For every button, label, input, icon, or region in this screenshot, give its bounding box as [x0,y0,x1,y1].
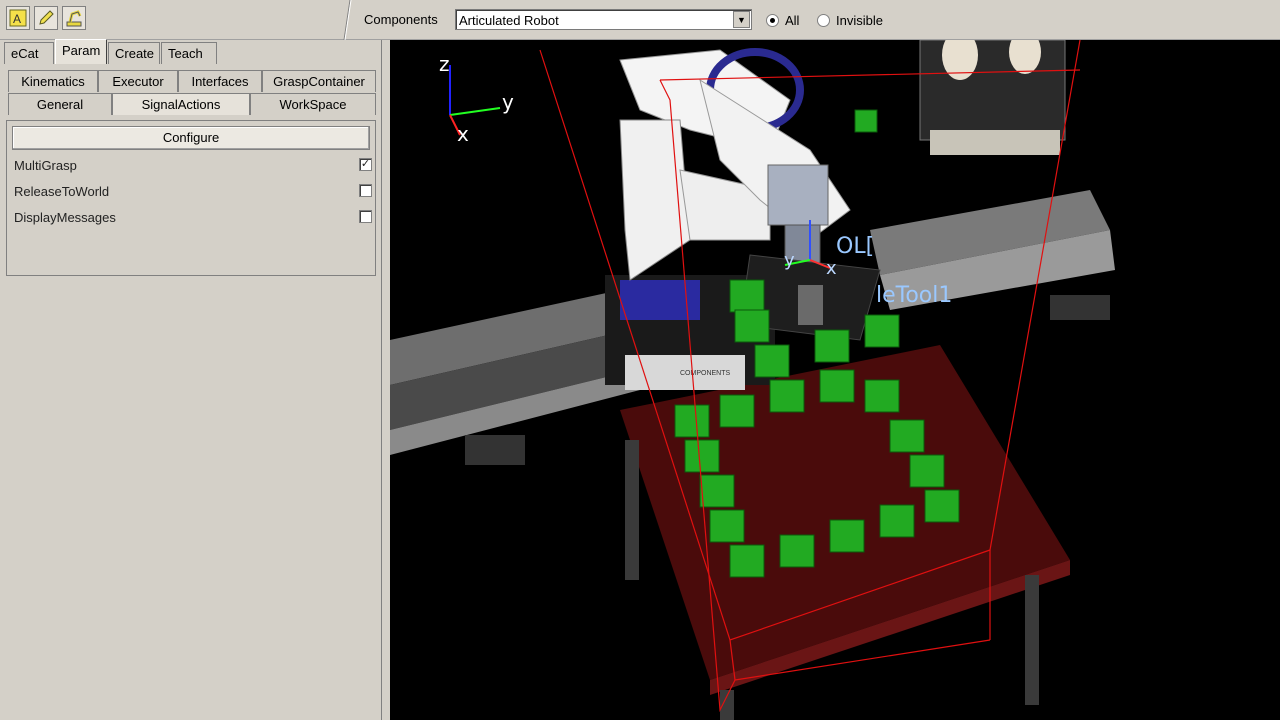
subtab-kinematics[interactable]: Kinematics [8,70,98,92]
property-releasetoworld: ReleaseToWorld [14,182,372,202]
robot-arm-icon[interactable] [62,6,86,30]
multigrasp-checkbox[interactable]: ✓ [359,158,372,171]
tab-create[interactable]: Create [108,42,160,64]
configure-button[interactable]: Configure [12,126,370,150]
property-label: MultiGrasp [14,158,77,173]
subtab-interfaces[interactable]: Interfaces [178,70,262,92]
svg-text:COMPONENTS: COMPONENTS [680,370,731,377]
components-dropdown[interactable]: Articulated Robot ▼ [455,9,752,30]
left-panel: eCat Param Create Teach Kinematics Execu… [0,39,382,720]
radio-invisible-label: Invisible [836,13,883,28]
subtabs-row-1: Kinematics Executor Interfaces GraspCont… [8,70,376,92]
components-value: Articulated Robot [459,13,559,28]
svg-text:A: A [13,12,21,26]
property-displaymessages: DisplayMessages [14,208,372,228]
tab-teach[interactable]: Teach [161,42,217,64]
radio-invisible[interactable]: Invisible [817,13,883,28]
main-tabs: eCat Param Create Teach [4,39,218,64]
toolbar-separator [343,0,352,40]
property-label: ReleaseToWorld [14,184,110,199]
subtab-signalactions[interactable]: SignalActions [112,93,250,115]
axis-x-label: x [457,122,469,146]
components-label: Components [364,12,438,27]
axis-y-label: y [502,90,514,114]
subtab-graspcontainer[interactable]: GraspContainer [262,70,376,92]
radio-all-label: All [785,13,800,28]
radio-dot-invisible[interactable] [817,14,830,27]
radio-all[interactable]: All [766,13,799,28]
displaymessages-checkbox[interactable] [359,210,372,223]
tool-label-1: OL[ [836,234,875,259]
radio-dot-all[interactable] [766,14,779,27]
property-multigrasp: MultiGrasp ✓ [14,156,372,176]
pencil-icon[interactable] [34,6,58,30]
3d-viewport[interactable]: COMPONENTS z y x OL[leTool1 y x [390,40,1280,720]
subtab-workspace[interactable]: WorkSpace [250,93,376,115]
chevron-down-icon[interactable]: ▼ [733,11,750,28]
signalactions-panel: Configure MultiGrasp ✓ ReleaseToWorld Di… [6,120,376,276]
subtab-general[interactable]: General [8,93,112,115]
tool-label-2: leTool1 [876,283,953,308]
property-label: DisplayMessages [14,210,116,225]
text-a-icon[interactable]: A [6,6,30,30]
frame-y-label: y [784,250,795,271]
subtab-executor[interactable]: Executor [98,70,178,92]
scene-render: COMPONENTS [390,40,1115,720]
top-toolbar: A Components Articulated Robot ▼ All Inv… [0,0,1280,40]
tab-param[interactable]: Param [55,39,107,64]
tab-ecat[interactable]: eCat [4,42,54,64]
subtabs-row-2: General SignalActions WorkSpace [8,93,376,115]
releasetoworld-checkbox[interactable] [359,184,372,197]
frame-x-label: x [826,258,837,279]
axis-z-label: z [439,52,450,76]
